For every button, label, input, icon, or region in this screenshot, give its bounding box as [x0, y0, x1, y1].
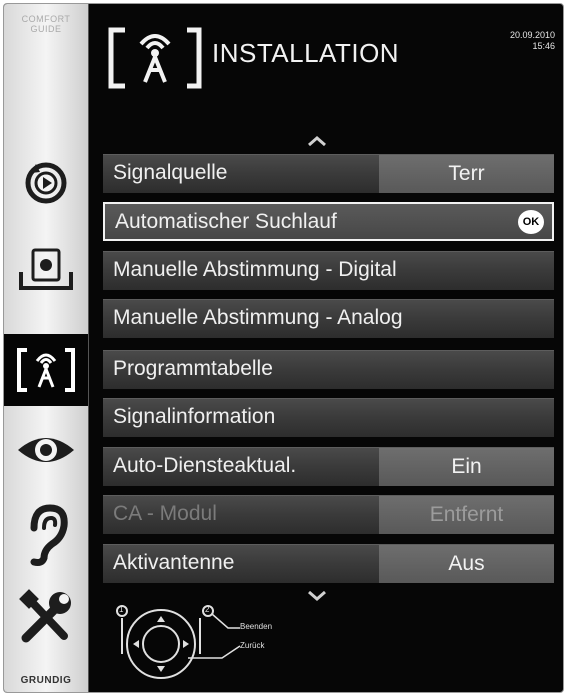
key-2-label: 2 — [205, 605, 210, 614]
scroll-up-icon[interactable] — [307, 130, 327, 151]
ear-icon — [30, 504, 68, 566]
comfort-guide-line1: COMFORT — [21, 14, 71, 24]
scroll-down-icon[interactable] — [307, 585, 327, 606]
comfort-guide-label: COMFORT GUIDE — [12, 14, 80, 34]
menu-item-signalinformation[interactable]: Signalinformation — [103, 398, 554, 437]
key-1-label: 1 — [119, 605, 124, 614]
page-title: INSTALLATION — [212, 38, 400, 68]
sidebar-item-settings[interactable] — [4, 582, 88, 654]
menu-item-programmtabelle[interactable]: Programmtabelle — [103, 350, 554, 389]
menu-item-label: Manuelle Abstimmung - Digital — [113, 258, 397, 281]
menu-item-label: Aktivantenne — [113, 551, 235, 574]
header-antenna-icon — [107, 26, 203, 97]
remote-help: 1 2 Beenden Zurück — [104, 598, 272, 692]
back-label: Zurück — [240, 641, 265, 650]
ok-button[interactable]: OK — [518, 210, 544, 234]
comfort-guide-line2: GUIDE — [30, 24, 62, 34]
menu-item-value[interactable]: Aus — [379, 545, 554, 583]
datetime: 20.09.2010 15:46 — [510, 30, 555, 52]
antenna-icon — [17, 348, 75, 392]
sidebar-item-installation[interactable] — [4, 334, 88, 406]
brand-logo: GRUNDIG — [20, 675, 72, 686]
menu-item-value: Entfernt — [379, 496, 554, 534]
menu-item-automatischer-suchlauf[interactable]: Automatischer Suchlauf OK — [103, 202, 554, 241]
menu-item-label: CA - Modul — [113, 502, 217, 525]
menu-item-label: Auto-Diensteaktual. — [113, 454, 297, 477]
tv-menu-screen: COMFORT GUIDE GRUNDIG INSTALLATION 20.09… — [3, 3, 564, 693]
source-icon — [25, 162, 67, 204]
menu-item-ca-modul: CA - Modul Entfernt — [103, 495, 554, 534]
eye-icon — [18, 438, 74, 462]
sidebar-item-sound[interactable] — [4, 499, 88, 571]
menu-item-label: Automatischer Suchlauf — [115, 210, 337, 233]
menu-item-label: Manuelle Abstimmung - Analog — [113, 306, 403, 329]
sidebar-item-picture[interactable] — [4, 419, 88, 481]
menu-item-manuelle-abstimmung-analog[interactable]: Manuelle Abstimmung - Analog — [103, 299, 554, 338]
sidebar-item-source[interactable] — [4, 154, 88, 212]
date-text: 20.09.2010 — [509, 30, 555, 40]
time-text: 15:46 — [532, 41, 555, 51]
menu-item-label: Signalquelle — [113, 161, 228, 184]
menu-item-signalquelle[interactable]: Signalquelle Terr — [103, 154, 554, 193]
menu-item-label: Programmtabelle — [113, 357, 273, 380]
menu-item-value[interactable]: Ein — [379, 448, 554, 486]
menu-item-value[interactable]: Terr — [379, 155, 554, 193]
comfort-guide-sidebar: COMFORT GUIDE GRUNDIG — [4, 4, 89, 692]
menu-item-manuelle-abstimmung-digital[interactable]: Manuelle Abstimmung - Digital — [103, 251, 554, 290]
sidebar-item-devices[interactable] — [4, 242, 88, 300]
remote-dpad-icon — [116, 605, 241, 679]
menu-item-aktivantenne[interactable]: Aktivantenne Aus — [103, 544, 554, 583]
devices-icon — [19, 248, 73, 290]
menu-item-auto-diensteaktual[interactable]: Auto-Diensteaktual. Ein — [103, 447, 554, 486]
menu-item-label: Signalinformation — [113, 405, 276, 428]
tools-icon — [19, 589, 71, 643]
exit-label: Beenden — [240, 622, 273, 631]
